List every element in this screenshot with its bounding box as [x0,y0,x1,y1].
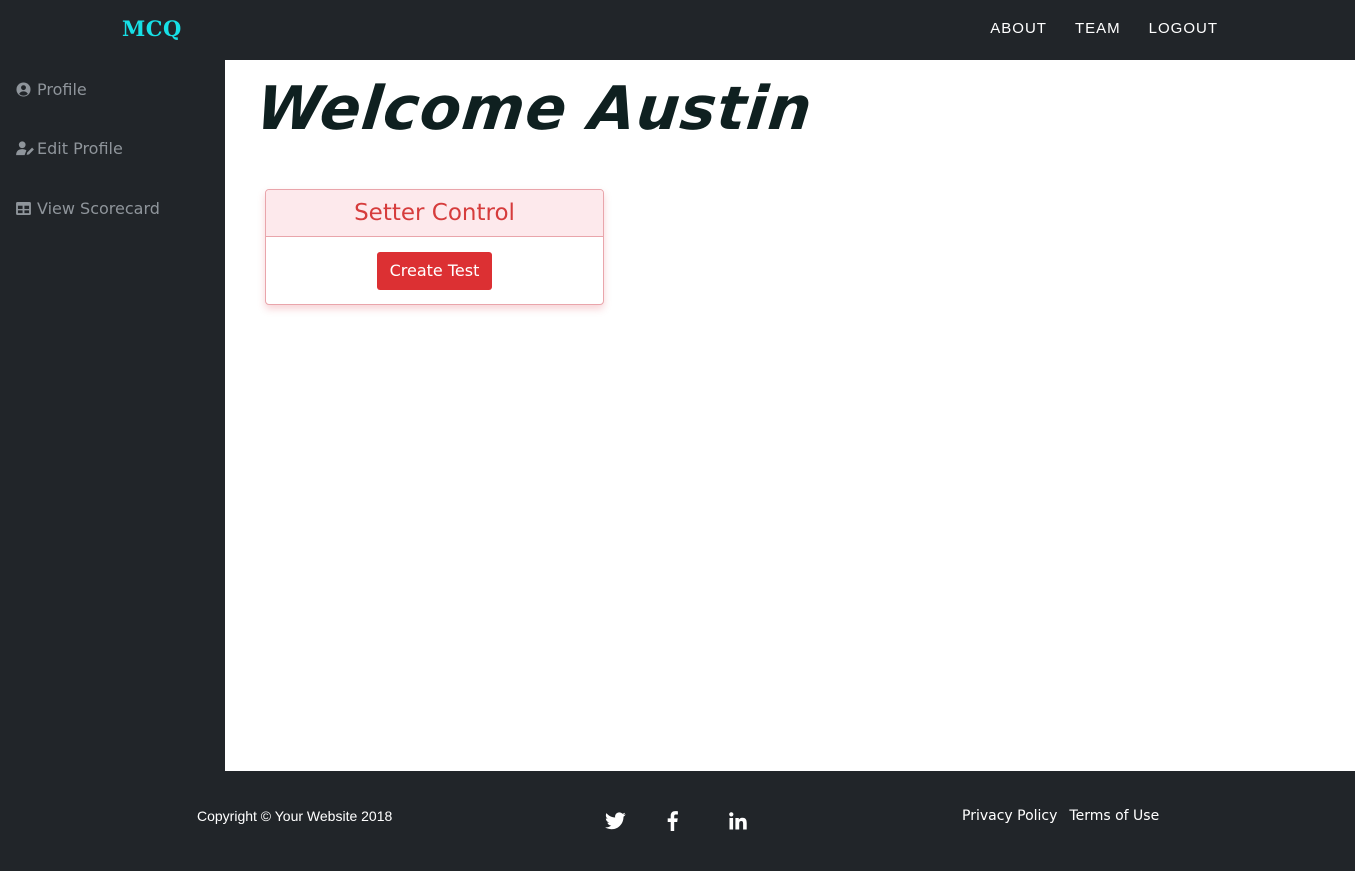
terms-of-use-link[interactable]: Terms of Use [1069,808,1159,824]
top-navbar: MCQ ABOUT TEAM LOGOUT [0,0,1355,60]
linkedin-icon[interactable] [729,810,791,832]
sidebar-item-label: View Scorecard [37,199,160,218]
card-title: Setter Control [266,190,603,237]
create-test-button[interactable]: Create Test [376,252,493,290]
user-edit-icon [16,141,36,157]
welcome-heading: Welcome Austin [253,74,817,144]
sidebar-item-label: Profile [37,80,87,99]
setter-control-card: Setter Control Create Test [265,189,604,305]
sidebar: Profile Edit Profile View Scorecard [0,60,225,771]
main-content: Welcome Austin Setter Control Create Tes… [225,60,1355,771]
footer: Copyright © Your Website 2018 Privacy Po… [0,771,1355,871]
sidebar-item-label: Edit Profile [37,139,123,158]
sidebar-item-edit-profile[interactable]: Edit Profile [16,139,123,158]
sidebar-item-profile[interactable]: Profile [16,80,87,99]
nav-links: ABOUT TEAM LOGOUT [990,20,1218,37]
nav-link-logout[interactable]: LOGOUT [1149,20,1218,37]
user-circle-icon [16,82,36,98]
legal-links: Privacy Policy Terms of Use [962,808,1159,824]
privacy-policy-link[interactable]: Privacy Policy [962,808,1057,824]
brand-logo[interactable]: MCQ [122,16,182,41]
facebook-icon[interactable] [667,810,729,832]
card-body: Create Test [266,237,603,304]
nav-link-about[interactable]: ABOUT [990,20,1047,37]
sidebar-item-view-scorecard[interactable]: View Scorecard [16,199,160,218]
social-links [605,810,791,832]
copyright-text: Copyright © Your Website 2018 [197,808,393,824]
nav-link-team[interactable]: TEAM [1075,20,1121,37]
twitter-icon[interactable] [605,810,667,832]
table-icon [16,201,36,217]
